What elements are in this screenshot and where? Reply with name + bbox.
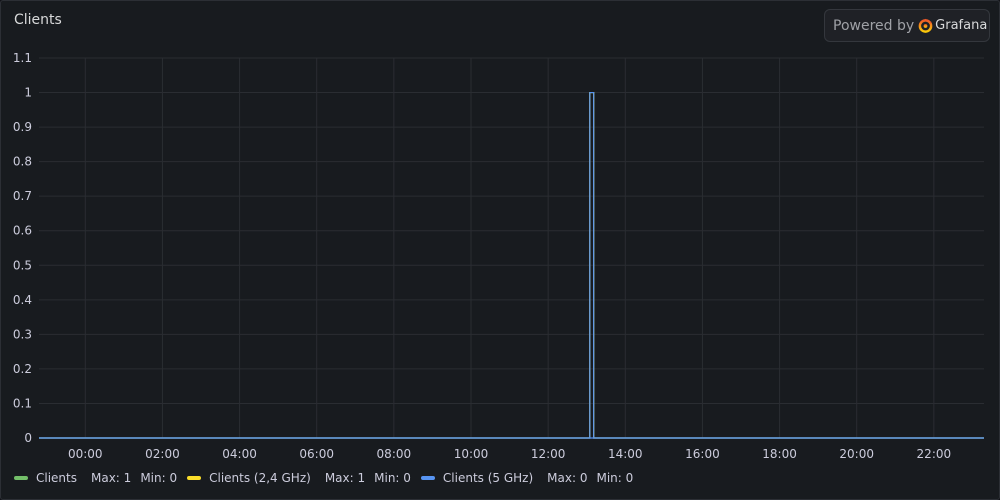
- x-tick-label: 20:00: [839, 447, 874, 461]
- grid: [39, 57, 984, 439]
- legend-item[interactable]: Clients Max: 1 Min: 0: [14, 471, 177, 485]
- x-tick-label: 22:00: [917, 447, 952, 461]
- y-tick-label: 0.4: [13, 293, 32, 307]
- legend: Clients Max: 1 Min: 0 Clients (2,4 GHz) Max:…: [14, 469, 643, 487]
- y-tick-label: 0.3: [13, 327, 32, 341]
- legend-series-name: Clients (5 GHz): [442, 471, 534, 485]
- y-tick-label: 1: [24, 86, 32, 100]
- x-axis: 00:00 02:00 04:00 06:00 08:00 10:00 12:00 14:00…: [68, 447, 951, 461]
- x-tick-label: 14:00: [608, 447, 643, 461]
- y-tick-label: 0.1: [13, 396, 32, 410]
- y-tick-label: 0.6: [13, 224, 32, 238]
- x-tick-label: 10:00: [454, 447, 489, 461]
- legend-item[interactable]: Clients (2,4 GHz) Max: 1 Min: 0: [187, 471, 411, 485]
- x-tick-label: 16:00: [685, 447, 720, 461]
- legend-stat-min: Min: 0: [374, 471, 411, 485]
- legend-stat-max: Max: 0: [547, 471, 588, 485]
- x-tick-label: 00:00: [68, 447, 103, 461]
- legend-stat-max: Max: 1: [91, 471, 132, 485]
- x-tick-label: 06:00: [299, 447, 334, 461]
- x-tick-label: 12:00: [531, 447, 566, 461]
- time-series-chart[interactable]: 0 0.1 0.2 0.3 0.4 0.5 0.6 0.7 0.8 0.9 1 1.1 00:00 02…: [1, 1, 999, 499]
- legend-swatch: [187, 476, 202, 480]
- y-tick-label: 0.2: [13, 362, 32, 376]
- y-tick-label: 0.5: [13, 258, 32, 272]
- clients-panel: Clients Powered by Grafana 0 0.1 0.2 0.3 0.4…: [0, 0, 1000, 500]
- legend-swatch: [14, 476, 28, 480]
- legend-stat-min: Min: 0: [140, 471, 178, 485]
- x-tick-label: 04:00: [222, 447, 257, 461]
- y-tick-label: 0.9: [13, 120, 32, 134]
- legend-item[interactable]: Clients (5 GHz) Max: 0 Min: 0: [420, 471, 634, 485]
- y-tick-label: 0: [24, 431, 32, 445]
- legend-swatch: [420, 476, 435, 480]
- x-tick-label: 02:00: [145, 447, 180, 461]
- legend-stat-min: Min: 0: [596, 471, 634, 485]
- legend-series-name: Clients: [36, 471, 77, 485]
- y-axis: 0 0.1 0.2 0.3 0.4 0.5 0.6 0.7 0.8 0.9 1 1.1: [13, 51, 32, 445]
- legend-series-name: Clients (2,4 GHz): [209, 471, 311, 485]
- x-tick-label: 08:00: [377, 447, 412, 461]
- y-tick-label: 0.8: [13, 155, 32, 169]
- x-tick-label: 18:00: [762, 447, 797, 461]
- y-tick-label: 1.1: [13, 51, 32, 65]
- legend-stat-max: Max: 1: [324, 471, 366, 485]
- y-tick-label: 0.7: [13, 189, 32, 203]
